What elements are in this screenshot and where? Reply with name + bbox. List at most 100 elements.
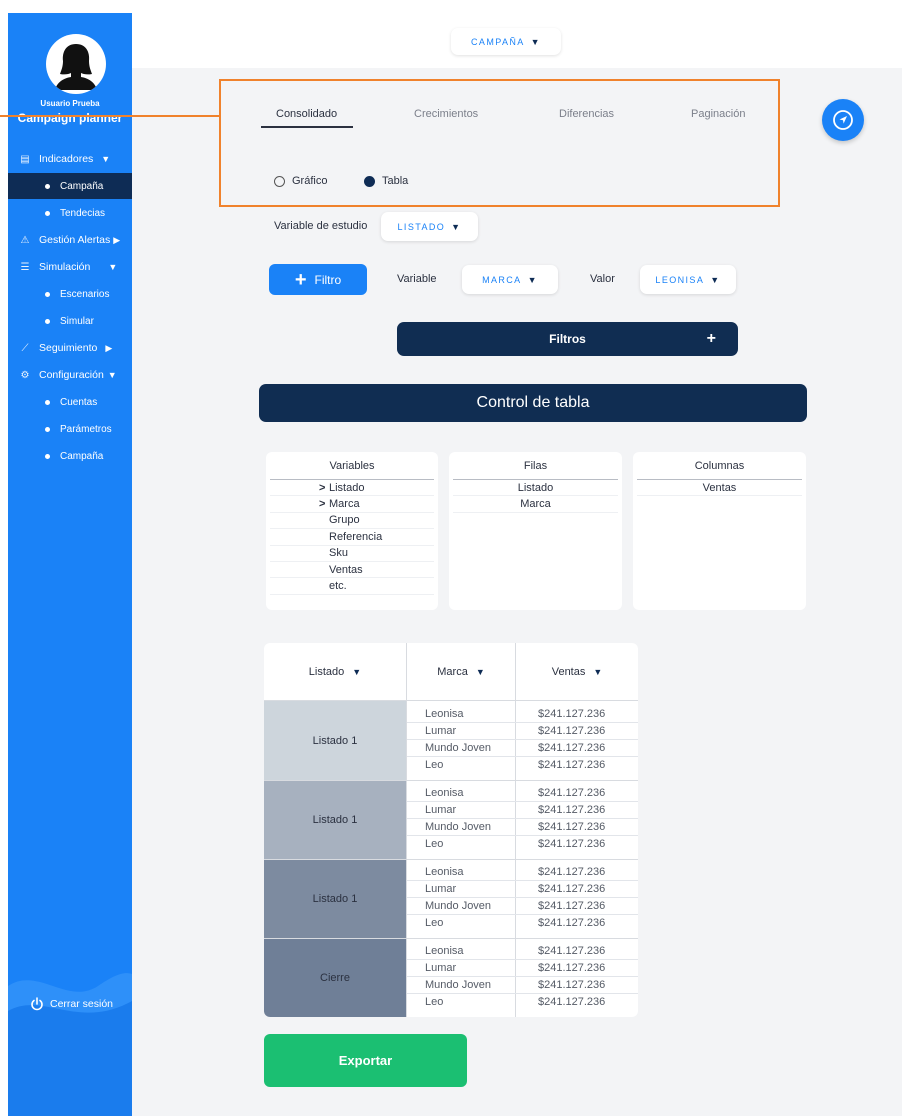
bullet-icon [45, 210, 50, 216]
variable-label: Variable [397, 273, 437, 285]
table-cell-marca: Mundo Joven [425, 820, 492, 833]
variable-item-label: etc. [329, 580, 347, 593]
navigate-button[interactable] [822, 99, 864, 141]
column-header-marca[interactable]: Marca ▼ [407, 643, 515, 700]
document-icon: ▤ [20, 153, 30, 165]
tab-diferencias[interactable]: Diferencias [559, 108, 614, 120]
variable-item[interactable]: Ventas [270, 562, 434, 579]
variables-header: Variables [270, 452, 434, 480]
table-cell-marca: Leo [425, 995, 444, 1008]
power-icon [31, 997, 43, 1011]
filters-bar-label: Filtros [549, 332, 586, 346]
variable-item-label: Referencia [329, 530, 383, 543]
valor-dropdown[interactable]: LEONISA ▼ [640, 265, 736, 294]
table-cell-marca: Mundo Joven [425, 741, 492, 754]
chevron-right-icon: > [319, 481, 326, 494]
study-variable-label: Variable de estudio [274, 220, 368, 232]
table-cell-ventas: $241.127.236 [538, 865, 606, 878]
group-divider [264, 859, 638, 860]
sidebar-item-simular[interactable]: Simular [8, 308, 132, 334]
table-cell-marca: Leonisa [425, 865, 464, 878]
user-name: Usuario Prueba [40, 99, 100, 108]
study-variable-dropdown[interactable]: LISTADO ▼ [381, 212, 478, 241]
sidebar-item-seguimiento[interactable]: ⟋ Seguimiento ▶ [8, 335, 132, 361]
chevron-down-icon: ▼ [451, 221, 462, 232]
table-group-cell: Listado 1 [264, 701, 406, 780]
sidebar: Usuario Prueba Campaign planner ▤ Indica… [8, 13, 132, 1116]
export-button[interactable]: Exportar [264, 1034, 467, 1087]
campaign-dropdown[interactable]: CAMPAÑA ▼ [451, 28, 561, 55]
sidebar-item-escenarios[interactable]: Escenarios [8, 281, 132, 307]
sidebar-item-label: Cuentas [60, 396, 98, 408]
radio-tabla[interactable]: Tabla [364, 175, 408, 187]
bullet-icon [45, 318, 50, 324]
columnas-card: Columnas Ventas [633, 452, 806, 610]
sidebar-item-configuracion[interactable]: ⚙ Configuración ▼ [8, 362, 132, 388]
radio-grafico[interactable]: Gráfico [274, 175, 327, 187]
variable-item[interactable]: > Listado [270, 480, 434, 497]
table-cell-ventas: $241.127.236 [538, 978, 606, 991]
filas-header: Filas [453, 452, 618, 480]
chevron-down-icon: ▼ [108, 262, 118, 272]
filters-bar[interactable]: Filtros + [397, 322, 738, 356]
table-cell-ventas: $241.127.236 [538, 741, 606, 754]
chevron-down-icon: ▼ [527, 274, 538, 285]
fila-item[interactable]: Listado [453, 480, 618, 497]
logout-button[interactable]: Cerrar sesión [8, 997, 132, 1011]
variables-card: Variables > Listado > Marca Grupo Referenc… [266, 452, 438, 610]
plus-icon: + [294, 268, 307, 291]
add-filter-button[interactable]: + Filtro [269, 264, 367, 295]
sliders-icon: ☰ [20, 261, 30, 273]
sidebar-item-label: Campaña [60, 450, 104, 462]
radio-label: Tabla [382, 175, 409, 187]
table-cell-marca: Leo [425, 916, 444, 929]
columnas-header: Columnas [637, 452, 802, 480]
group-divider [264, 938, 638, 939]
chevron-down-icon: ▼ [101, 154, 111, 164]
sidebar-item-label: Tendecias [60, 207, 106, 219]
app-name: Campaign planner [17, 111, 123, 125]
variable-item[interactable]: etc. [270, 578, 434, 595]
variable-item[interactable]: Grupo [270, 513, 434, 530]
chevron-right-icon: ▶ [113, 234, 121, 245]
table-cell-marca: Lumar [425, 803, 457, 816]
variable-item[interactable]: Referencia [270, 529, 434, 546]
column-header-ventas[interactable]: Ventas ▼ [516, 643, 638, 700]
sidebar-item-indicadores[interactable]: ▤ Indicadores ▼ [8, 146, 132, 172]
table-cell-marca: Leonisa [425, 786, 464, 799]
radio-label: Gráfico [292, 175, 328, 187]
navigation-arrow-icon [833, 110, 853, 130]
tab-paginacion[interactable]: Paginación [691, 108, 745, 120]
sidebar-item-tendecias[interactable]: Tendecias [8, 200, 132, 226]
sidebar-item-simulacion[interactable]: ☰ Simulación ▼ [8, 254, 132, 280]
table-cell-marca: Leonisa [425, 944, 464, 957]
chevron-right-icon: > [319, 498, 326, 511]
variable-dropdown[interactable]: MARCA ▼ [462, 265, 558, 294]
tab-consolidado[interactable]: Consolidado [276, 108, 337, 120]
table-cell-ventas: $241.127.236 [538, 758, 606, 771]
warning-icon: ⚠ [20, 234, 30, 246]
sidebar-item-campana[interactable]: Campaña [8, 173, 132, 199]
column-header-label: Marca [437, 665, 468, 678]
fila-item[interactable]: Marca [453, 496, 618, 513]
table-cell-marca: Lumar [425, 882, 457, 895]
table-control-title: Control de tabla [259, 384, 807, 422]
table-cell-ventas: $241.127.236 [538, 837, 606, 850]
table-cell-ventas: $241.127.236 [538, 803, 606, 816]
columna-item[interactable]: Ventas [637, 480, 802, 497]
variable-item-label: Grupo [329, 514, 360, 527]
variable-item[interactable]: > Marca [270, 496, 434, 513]
tab-crecimientos[interactable]: Crecimientos [414, 108, 478, 120]
sidebar-item-gestion-alertas[interactable]: ⚠ Gestión Alertas ▶ [8, 227, 132, 253]
avatar[interactable] [46, 34, 106, 94]
radio-unchecked-icon [274, 175, 285, 187]
sidebar-item-campana-config[interactable]: Campaña [8, 443, 132, 469]
sidebar-item-cuentas[interactable]: Cuentas [8, 389, 132, 415]
variable-item[interactable]: Sku [270, 546, 434, 562]
plus-icon: + [706, 330, 716, 347]
column-header-listado[interactable]: Listado ▼ [264, 643, 406, 700]
column-divider [515, 643, 516, 1017]
sidebar-item-parametros[interactable]: Parámetros [8, 416, 132, 442]
table-cell-ventas: $241.127.236 [538, 820, 606, 833]
radio-checked-icon [364, 175, 375, 187]
